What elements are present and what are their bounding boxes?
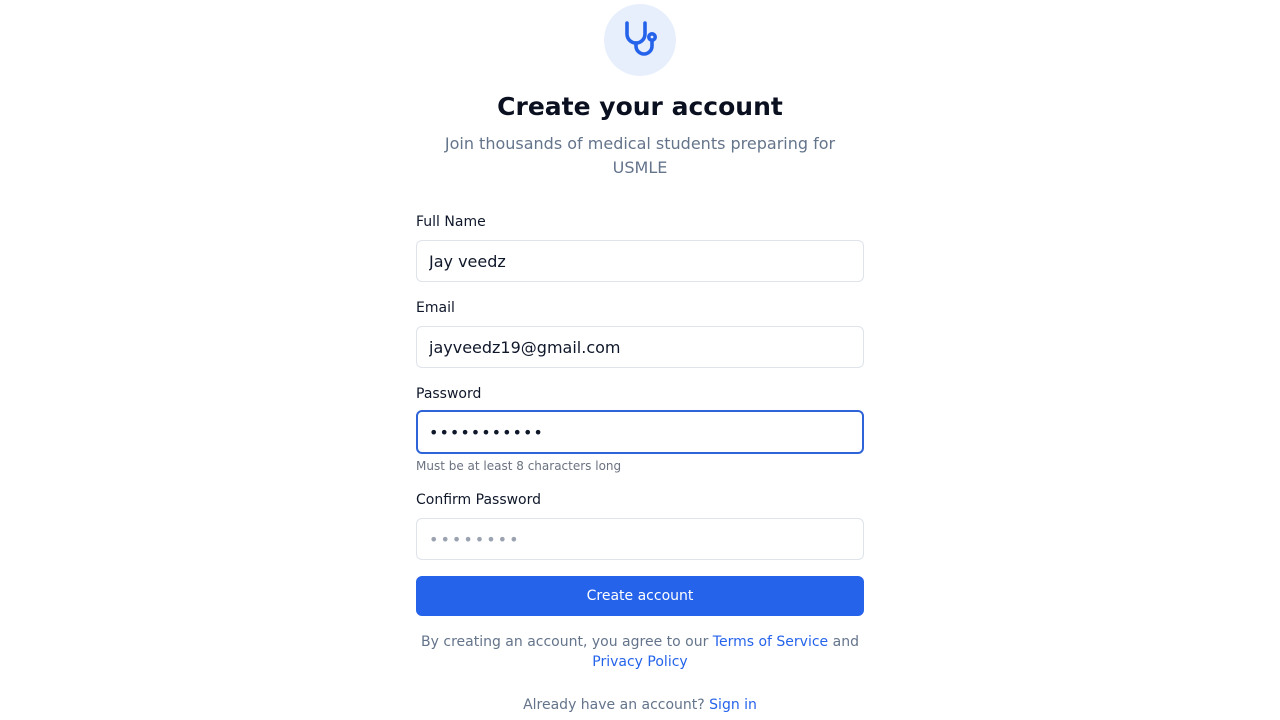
password-hint: Must be at least 8 characters long <box>416 459 622 473</box>
create-account-button[interactable]: Create account <box>416 576 864 616</box>
legal-middle: and <box>828 634 859 650</box>
full-name-input[interactable] <box>416 240 864 282</box>
stethoscope-icon <box>625 21 657 56</box>
confirm-password-input[interactable] <box>416 518 864 560</box>
logo-badge <box>604 4 676 76</box>
signup-page: Create your account Join thousands of me… <box>0 0 1280 720</box>
terms-of-service-link[interactable]: Terms of Service <box>713 634 828 650</box>
page-title: Create your account <box>497 92 783 121</box>
email-input[interactable] <box>416 326 864 368</box>
signin-prompt-text: Already have an account? <box>523 697 710 713</box>
signin-prompt: Already have an account? Sign in <box>0 697 1280 713</box>
sign-in-link[interactable]: Sign in <box>709 697 757 713</box>
confirm-password-label: Confirm Password <box>416 492 542 508</box>
full-name-label: Full Name <box>416 214 486 230</box>
privacy-policy-link[interactable]: Privacy Policy <box>592 654 687 670</box>
legal-prefix: By creating an account, you agree to our <box>421 634 713 650</box>
password-label: Password <box>416 386 482 402</box>
page-subtitle: Join thousands of medical students prepa… <box>444 134 836 177</box>
password-input[interactable] <box>416 410 864 454</box>
legal-notice: By creating an account, you agree to our… <box>416 632 864 672</box>
email-label: Email <box>416 300 455 316</box>
